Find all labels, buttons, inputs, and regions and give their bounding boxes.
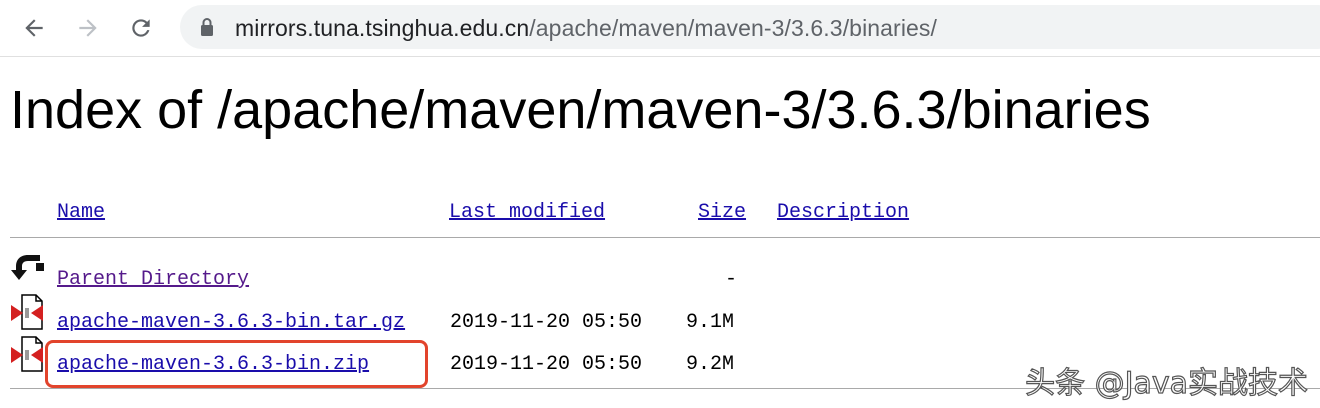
compressed-file-icon — [11, 336, 43, 372]
back-folder-icon — [11, 255, 44, 280]
reload-button[interactable] — [123, 10, 159, 46]
sort-by-name-link[interactable]: Name — [57, 201, 105, 224]
parent-size: - — [725, 268, 738, 291]
sort-by-description-link[interactable]: Description — [777, 201, 909, 224]
arrow-right-icon — [79, 19, 97, 37]
highlight-box — [45, 340, 428, 388]
file-link-tar-gz[interactable]: apache-maven-3.6.3-bin.tar.gz — [57, 311, 405, 334]
address-bar[interactable]: mirrors.tuna.tsinghua.edu.cn/apache/mave… — [180, 5, 1320, 49]
back-button[interactable] — [16, 10, 52, 46]
url-path: /apache/maven/maven-3/3.6.3/binaries/ — [529, 15, 938, 41]
reload-icon — [132, 19, 150, 37]
url-text[interactable]: mirrors.tuna.tsinghua.edu.cn/apache/mave… — [235, 15, 937, 41]
forward-button[interactable] — [70, 10, 106, 46]
sort-by-size-link[interactable]: Size — [698, 201, 746, 224]
compressed-file-icon — [11, 294, 43, 330]
page-title: Index of /apache/maven/maven-3/3.6.3/bin… — [10, 80, 1151, 140]
file-last-modified: 2019-11-20 05:50 — [450, 353, 643, 376]
file-size: 9.1M — [686, 311, 735, 334]
url-host: mirrors.tuna.tsinghua.edu.cn — [235, 15, 530, 41]
arrow-left-icon — [25, 19, 43, 37]
browser-toolbar: mirrors.tuna.tsinghua.edu.cn/apache/mave… — [0, 0, 1320, 57]
lock-icon[interactable] — [200, 17, 214, 37]
parent-directory-link[interactable]: Parent Directory — [57, 268, 249, 291]
header-divider — [10, 237, 1320, 238]
watermark-text: 头条 @Java实战技术 — [1024, 365, 1308, 401]
file-size: 9.2M — [686, 353, 735, 376]
file-last-modified: 2019-11-20 05:50 — [450, 311, 643, 334]
sort-by-last-modified-link[interactable]: Last modified — [449, 201, 605, 224]
